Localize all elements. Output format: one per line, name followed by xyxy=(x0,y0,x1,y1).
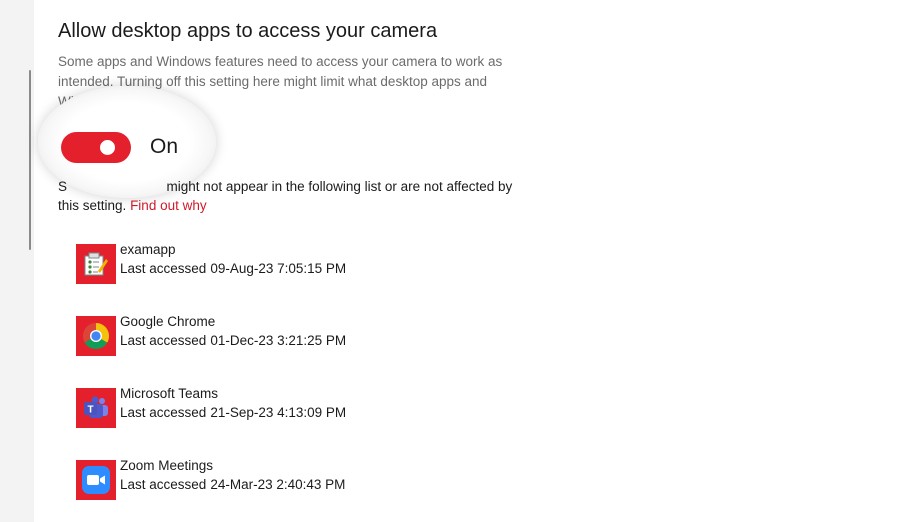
note-prefix: S xyxy=(58,179,68,194)
app-last-accessed: Last accessed 01-Dec-23 3:21:25 PM xyxy=(120,333,347,348)
app-item-microsoft-teams: T Microsoft Teams Last accessed 21-Sep-23… xyxy=(76,384,476,456)
app-item-examapp: examapp Last accessed 09-Aug-23 7:05:15 P… xyxy=(76,240,476,312)
app-name: Microsoft Teams xyxy=(120,386,219,401)
app-list: examapp Last accessed 09-Aug-23 7:05:15 P… xyxy=(76,240,476,522)
app-name: Google Chrome xyxy=(120,314,216,329)
zoom-icon xyxy=(76,460,116,500)
app-name: examapp xyxy=(120,242,176,257)
find-out-why-link[interactable]: Find out why xyxy=(130,198,207,213)
camera-settings-page: Allow desktop apps to access your camera… xyxy=(38,0,878,522)
app-last-accessed: Last accessed 24-Mar-23 2:40:43 PM xyxy=(120,477,346,492)
app-item-zoom-meetings: Zoom Meetings Last accessed 24-Mar-23 2:4… xyxy=(76,456,476,522)
svg-text:T: T xyxy=(87,405,93,416)
app-name: Zoom Meetings xyxy=(120,458,214,473)
app-last-accessed: Last accessed 09-Aug-23 7:05:15 PM xyxy=(120,261,347,276)
camera-access-toggle-row: On xyxy=(61,131,178,163)
camera-access-toggle[interactable] xyxy=(61,131,131,163)
teams-icon: T xyxy=(76,388,116,428)
chrome-icon xyxy=(76,316,116,356)
examapp-icon xyxy=(76,244,116,284)
scrollbar[interactable] xyxy=(29,70,31,250)
toggle-knob xyxy=(100,139,115,155)
app-last-accessed: Last accessed 21-Sep-23 4:13:09 PM xyxy=(120,405,347,420)
apps-note: S might not appear in the following list… xyxy=(58,177,518,215)
toggle-state-label: On xyxy=(150,135,179,158)
app-item-google-chrome: Google Chrome Last accessed 01-Dec-23 3:2… xyxy=(76,312,476,384)
note-text: might not appear in the following list o… xyxy=(58,179,513,213)
section-title: Allow desktop apps to access your camera xyxy=(58,20,438,42)
